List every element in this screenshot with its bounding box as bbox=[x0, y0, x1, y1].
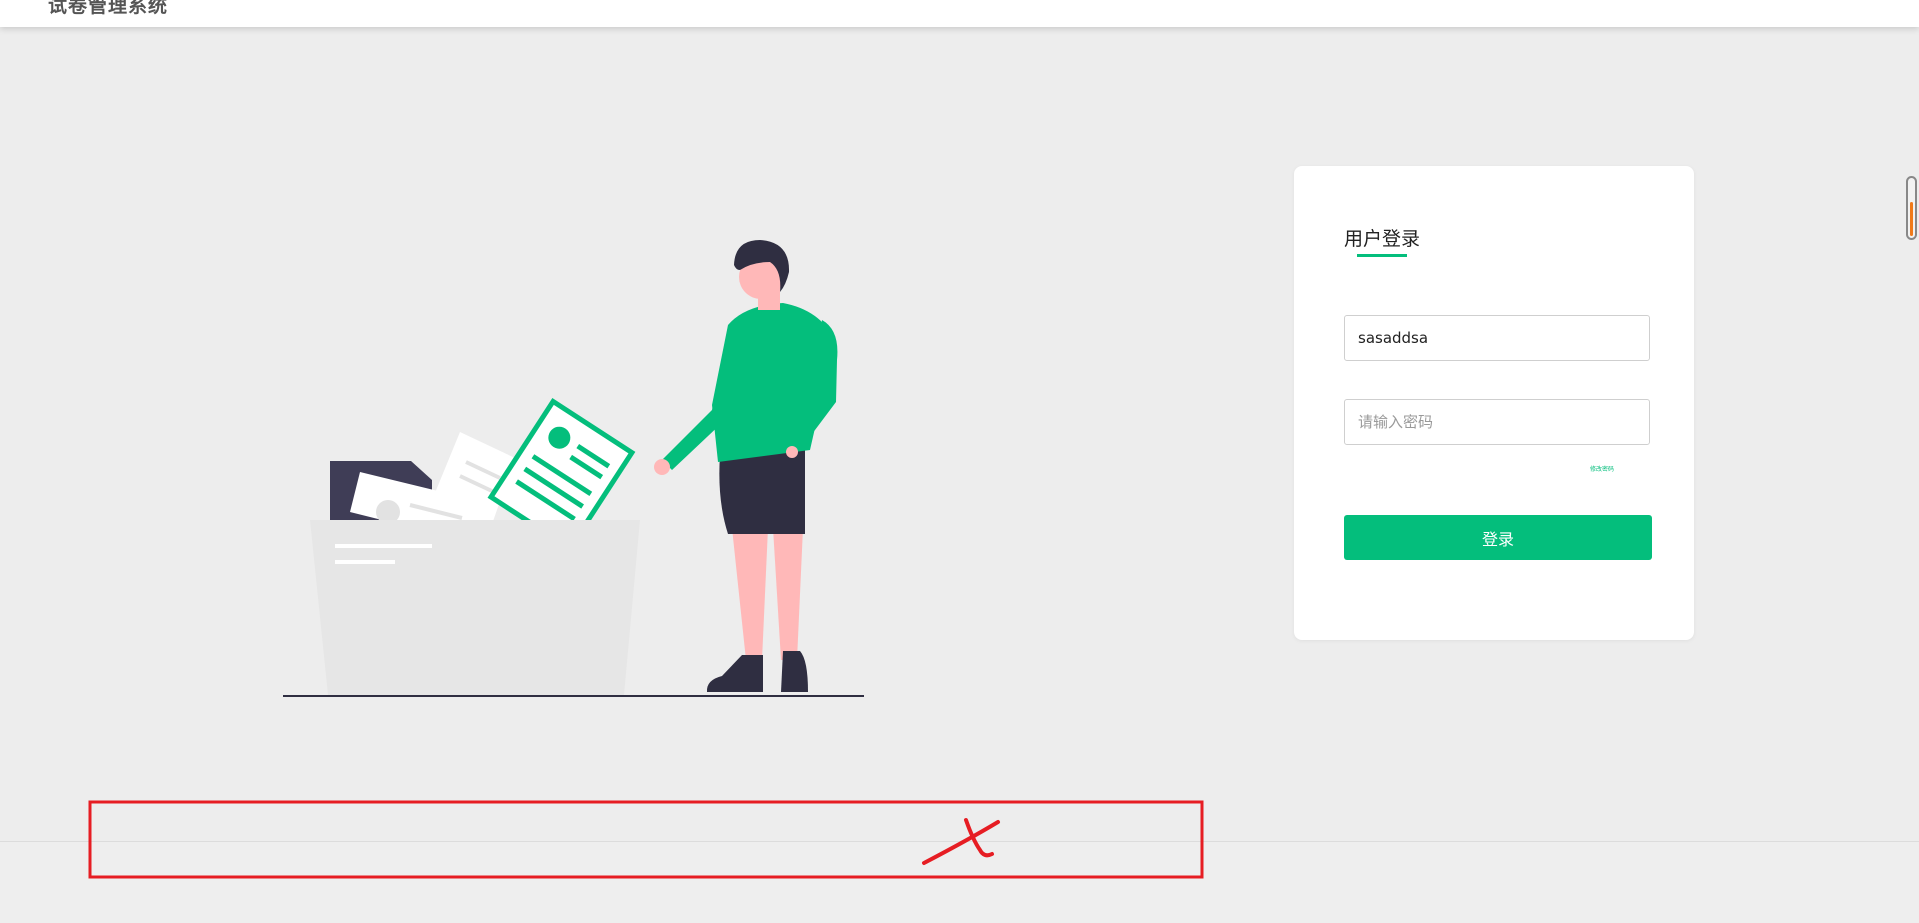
scroll-indicator-fill bbox=[1910, 202, 1913, 236]
shorts bbox=[719, 450, 805, 534]
username-input[interactable] bbox=[1344, 315, 1650, 361]
top-header: 试卷管理系统 bbox=[0, 0, 1919, 27]
login-title: 用户登录 bbox=[1344, 228, 1421, 250]
login-button[interactable]: 登录 bbox=[1344, 515, 1652, 560]
footer-area bbox=[0, 841, 1919, 923]
documents-illustration bbox=[283, 240, 864, 697]
shoe-right bbox=[781, 651, 808, 692]
app-title: 试卷管理系统 bbox=[48, 0, 169, 17]
scroll-indicator[interactable] bbox=[1906, 176, 1917, 240]
password-input[interactable] bbox=[1344, 399, 1650, 445]
change-password-link[interactable]: 修改密码 bbox=[1590, 464, 1614, 473]
login-card: 用户登录 修改密码 登录 bbox=[1294, 166, 1694, 640]
shoe-left bbox=[706, 655, 763, 692]
title-underline bbox=[1357, 254, 1407, 257]
